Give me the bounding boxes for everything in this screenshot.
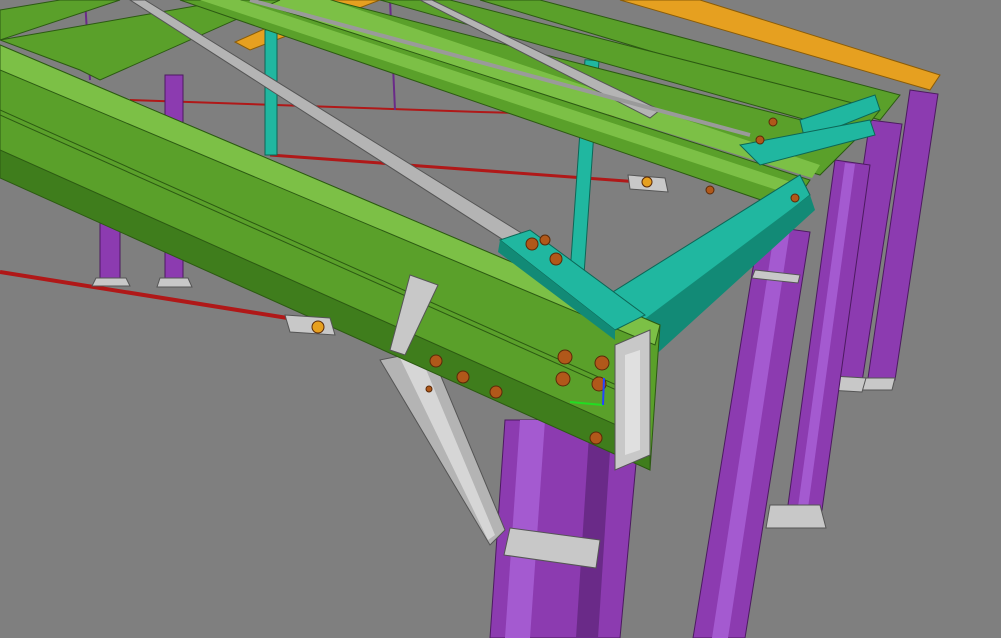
end-plate-face	[625, 350, 640, 455]
rod-anchor-pin	[641, 176, 653, 188]
bolt	[555, 371, 571, 387]
3d-viewport[interactable]	[0, 0, 1001, 638]
bolt	[589, 431, 603, 445]
rod-anchor	[284, 314, 336, 336]
bolt	[594, 355, 610, 371]
steel-structure-model	[0, 0, 1001, 638]
axis-y	[602, 377, 605, 406]
bolt	[790, 193, 800, 203]
bolt	[539, 234, 551, 246]
rod-anchor-pin	[311, 320, 325, 334]
bolt	[557, 349, 573, 365]
bolt	[705, 185, 715, 195]
base-plate	[91, 277, 131, 287]
bolt	[525, 237, 539, 251]
bolt	[549, 252, 563, 266]
bolt	[489, 385, 503, 399]
bolt	[429, 354, 443, 368]
base-plate	[156, 277, 193, 288]
bolt	[755, 135, 765, 145]
bolt	[456, 370, 470, 384]
base-plate	[765, 504, 827, 529]
bolt	[768, 117, 778, 127]
bolt	[425, 385, 433, 393]
